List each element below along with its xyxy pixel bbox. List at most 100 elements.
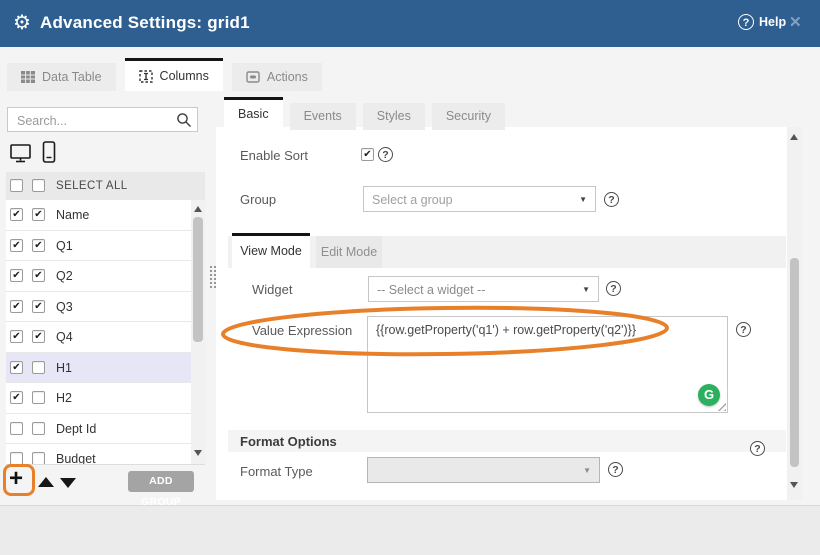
tab-view-mode[interactable]: View Mode <box>232 233 310 268</box>
value-expression-help-icon[interactable]: ? <box>736 322 751 337</box>
format-options-help-icon[interactable]: ? <box>750 441 765 456</box>
desktop-visibility-checkbox[interactable]: ✔ <box>10 361 23 374</box>
select-all-label: SELECT ALL <box>56 180 128 192</box>
desktop-visibility-checkbox[interactable] <box>10 422 23 435</box>
caret-down-icon: ▼ <box>582 285 590 294</box>
format-type-help-icon[interactable]: ? <box>608 462 623 477</box>
tab-label: Actions <box>267 70 308 84</box>
column-row-q1[interactable]: ✔ ✔ Q1 <box>6 231 205 262</box>
format-options-label: Format Options <box>240 434 337 449</box>
column-row-q4[interactable]: ✔ ✔ Q4 <box>6 322 205 353</box>
desktop-visibility-checkbox[interactable]: ✔ <box>10 330 23 343</box>
desktop-visibility-checkbox[interactable]: ✔ <box>10 239 23 252</box>
mobile-visibility-checkbox[interactable] <box>32 361 45 374</box>
device-column-header <box>10 141 56 168</box>
column-row-budget[interactable]: Budget <box>6 444 205 465</box>
settings-scrollbar[interactable] <box>787 127 802 500</box>
format-type-select[interactable]: ▼ <box>367 457 600 483</box>
mobile-visibility-checkbox[interactable]: ✔ <box>32 239 45 252</box>
column-row-h1[interactable]: ✔ H1 <box>6 353 205 384</box>
mobile-visibility-checkbox[interactable] <box>32 422 45 435</box>
format-type-label: Format Type <box>240 464 313 479</box>
scrollbar-thumb[interactable] <box>193 217 203 342</box>
help-label: Help <box>759 15 786 29</box>
column-search <box>7 107 198 132</box>
tab-security[interactable]: Security <box>432 103 505 130</box>
enable-sort-checkbox[interactable]: ✔ <box>361 148 374 161</box>
mobile-visibility-checkbox[interactable] <box>32 452 45 465</box>
enable-sort-help-icon[interactable]: ? <box>378 147 393 162</box>
select-all-desktop-checkbox[interactable] <box>10 179 23 192</box>
add-group-button[interactable]: ADD GROUP <box>128 471 194 492</box>
select-all-row[interactable]: SELECT ALL <box>6 172 205 200</box>
caret-down-icon: ▼ <box>579 195 587 204</box>
column-label: Name <box>56 208 89 222</box>
desktop-visibility-checkbox[interactable]: ✔ <box>10 300 23 313</box>
column-label: Dept Id <box>56 422 96 436</box>
tab-columns[interactable]: Columns <box>125 58 223 91</box>
search-input[interactable] <box>15 110 169 131</box>
help-button[interactable]: ? Help <box>738 14 786 30</box>
tab-actions[interactable]: Actions <box>232 63 322 91</box>
column-row-q2[interactable]: ✔✔Q2 <box>6 261 205 292</box>
data-table-icon <box>21 71 35 83</box>
tab-events[interactable]: Events <box>290 103 356 130</box>
mobile-visibility-checkbox[interactable]: ✔ <box>32 330 45 343</box>
scroll-down-icon[interactable] <box>790 482 798 488</box>
scroll-down-icon[interactable] <box>194 450 202 456</box>
widget-select[interactable]: -- Select a widget -- ▼ <box>368 276 599 302</box>
main-tab-bar: Data Table Columns Actions <box>7 58 322 91</box>
column-row-h2[interactable]: ✔H2 <box>6 383 205 414</box>
column-label: H1 <box>56 361 72 375</box>
column-row-q3[interactable]: ✔ ✔ Q3 <box>6 292 205 323</box>
desktop-visibility-checkbox[interactable]: ✔ <box>10 208 23 221</box>
add-column-button[interactable]: + <box>9 467 23 491</box>
column-label: Q3 <box>56 300 73 314</box>
move-down-button[interactable] <box>60 478 76 488</box>
advanced-settings-dialog: ⚙ Advanced Settings: grid1 ? Help ✕ Data… <box>0 0 820 555</box>
tab-basic[interactable]: Basic <box>224 97 283 130</box>
value-expression-label: Value Expression <box>252 323 352 338</box>
column-row-name[interactable]: ✔ ✔ Name <box>6 200 205 231</box>
desktop-visibility-checkbox[interactable] <box>10 452 23 465</box>
settings-tab-bar: Basic Events Styles Security <box>224 97 505 130</box>
group-help-icon[interactable]: ? <box>604 192 619 207</box>
tab-label: Data Table <box>42 70 102 84</box>
dialog-title: Advanced Settings: grid1 <box>40 13 250 33</box>
dialog-footer: CANCEL SAVE <box>0 505 820 555</box>
widget-help-icon[interactable]: ? <box>606 281 621 296</box>
tab-edit-mode[interactable]: Edit Mode <box>316 236 382 268</box>
desktop-visibility-checkbox[interactable]: ✔ <box>10 391 23 404</box>
scroll-up-icon[interactable] <box>194 206 202 212</box>
close-icon[interactable]: ✕ <box>789 13 802 31</box>
move-up-button[interactable] <box>38 477 54 487</box>
columns-icon <box>139 70 153 83</box>
mobile-visibility-checkbox[interactable] <box>32 391 45 404</box>
mode-tab-strip <box>228 236 786 268</box>
value-expression-input[interactable]: {{row.getProperty('q1') + row.getPropert… <box>367 316 728 413</box>
grammarly-icon[interactable]: G <box>698 384 720 406</box>
help-question-icon: ? <box>738 14 754 30</box>
column-row-dept-id[interactable]: Dept Id <box>6 414 205 445</box>
scrollbar-thumb[interactable] <box>790 258 799 467</box>
mobile-icon <box>42 141 56 168</box>
tab-styles[interactable]: Styles <box>363 103 425 130</box>
group-select-value: Select a group <box>372 193 453 207</box>
search-icon[interactable] <box>176 112 192 133</box>
column-label: Q4 <box>56 330 73 344</box>
tab-label: Columns <box>160 69 209 83</box>
mobile-visibility-checkbox[interactable]: ✔ <box>32 269 45 282</box>
scroll-up-icon[interactable] <box>790 134 798 140</box>
group-select[interactable]: Select a group ▼ <box>363 186 596 212</box>
widget-label: Widget <box>252 282 292 297</box>
desktop-icon <box>10 144 32 168</box>
select-all-mobile-checkbox[interactable] <box>32 179 45 192</box>
desktop-visibility-checkbox[interactable]: ✔ <box>10 269 23 282</box>
column-list-scrollbar[interactable] <box>191 200 205 464</box>
column-label: Q1 <box>56 239 73 253</box>
mobile-visibility-checkbox[interactable]: ✔ <box>32 300 45 313</box>
dialog-header: ⚙ Advanced Settings: grid1 ? Help ✕ <box>0 0 820 47</box>
tab-data-table[interactable]: Data Table <box>7 63 116 91</box>
mobile-visibility-checkbox[interactable]: ✔ <box>32 208 45 221</box>
caret-down-icon: ▼ <box>583 466 591 475</box>
